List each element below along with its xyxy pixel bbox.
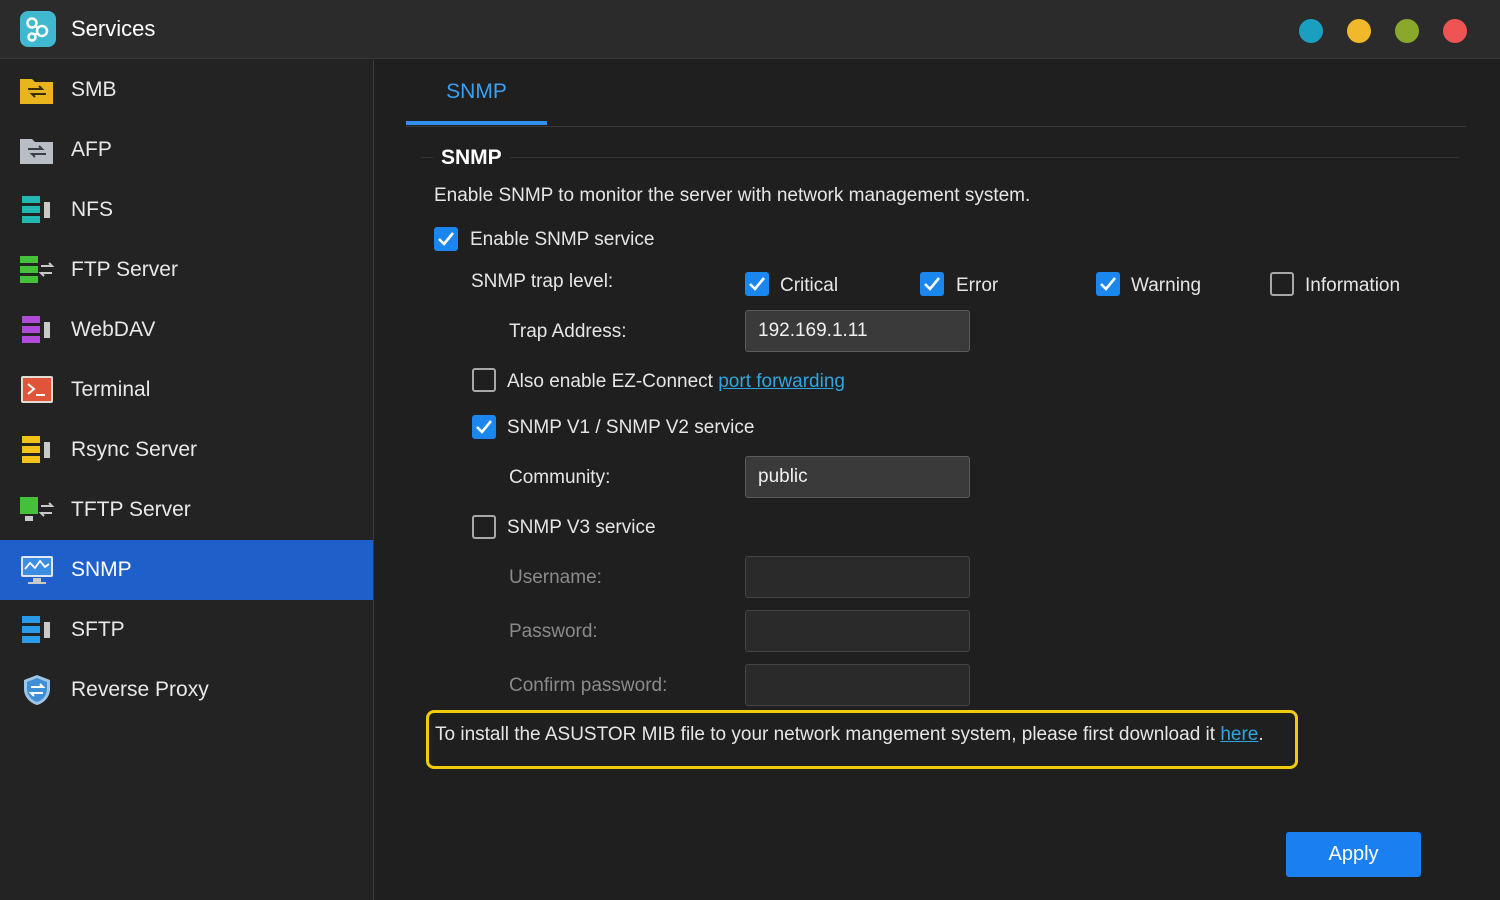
nfs-server-icon	[22, 196, 50, 223]
tab-snmp[interactable]: SNMP	[406, 60, 547, 125]
sidebar-item-label: SNMP	[71, 558, 132, 581]
mib-notice-text: To install the ASUSTOR MIB file to your …	[435, 724, 1264, 746]
sidebar-item-smb[interactable]: SMB	[0, 60, 373, 120]
ezconnect-checkbox[interactable]	[472, 368, 496, 392]
trap-error-label: Error	[956, 275, 999, 296]
terminal-icon	[21, 376, 53, 403]
shield-icon	[24, 675, 50, 705]
sidebar-item-sftp[interactable]: SFTP	[0, 600, 373, 660]
confirm-password-input[interactable]	[745, 664, 970, 706]
snmp-v1v2-checkbox[interactable]	[472, 415, 496, 439]
sidebar-item-ftp-server[interactable]: FTP Server	[0, 240, 373, 300]
enable-snmp-label: Enable SNMP service	[470, 229, 655, 250]
services-app-icon	[20, 11, 56, 47]
window-maximize-button[interactable]	[1395, 19, 1419, 43]
community-input[interactable]	[745, 456, 970, 498]
main-panel: SNMP SNMP Enable SNMP to monitor the ser…	[375, 60, 1500, 900]
window-teal-button[interactable]	[1299, 19, 1323, 43]
trap-information-label: Information	[1305, 275, 1401, 296]
password-input[interactable]	[745, 610, 970, 652]
sidebar-item-rsync-server[interactable]: Rsync Server	[0, 420, 373, 480]
tab-label: SNMP	[446, 80, 507, 103]
mib-download-notice: To install the ASUSTOR MIB file to your …	[426, 710, 1298, 769]
sidebar-item-label: SFTP	[71, 618, 125, 641]
sidebar-item-label: AFP	[71, 138, 112, 161]
trap-error-checkbox[interactable]	[920, 272, 944, 296]
window-minimize-button[interactable]	[1347, 19, 1371, 43]
sidebar-item-label: TFTP Server	[71, 498, 191, 521]
sidebar-item-reverse-proxy[interactable]: Reverse Proxy	[0, 660, 373, 720]
snmp-monitor-icon	[21, 556, 53, 584]
sidebar-item-label: WebDAV	[71, 318, 156, 341]
trap-warning-label: Warning	[1131, 275, 1202, 296]
sidebar-item-nfs[interactable]: NFS	[0, 180, 373, 240]
sidebar-item-label: Rsync Server	[71, 438, 198, 461]
community-label: Community:	[509, 467, 611, 488]
confirm-password-label: Confirm password:	[509, 675, 668, 696]
webdav-server-icon	[22, 316, 50, 343]
sidebar-item-label: FTP Server	[71, 258, 178, 281]
sidebar-item-snmp[interactable]: SNMP	[0, 540, 373, 600]
apply-button[interactable]: Apply	[1286, 832, 1421, 877]
username-label: Username:	[509, 567, 602, 588]
sidebar: SMB AFP NFS FTP Server WebDAV Terminal R…	[0, 60, 374, 900]
trap-address-input[interactable]	[745, 310, 970, 352]
section-description: Enable SNMP to monitor the server with n…	[434, 185, 1031, 206]
tab-divider	[406, 126, 1466, 127]
afp-folder-icon	[20, 139, 53, 164]
trap-critical-checkbox[interactable]	[745, 272, 769, 296]
trap-warning-checkbox[interactable]	[1096, 272, 1120, 296]
sidebar-item-label: SMB	[71, 78, 117, 101]
username-input[interactable]	[745, 556, 970, 598]
mib-notice-message: To install the ASUSTOR MIB file to your …	[435, 724, 1216, 745]
section-title: SNMP	[433, 146, 510, 170]
mib-download-link[interactable]: here	[1220, 724, 1258, 745]
rsync-server-icon	[22, 436, 50, 463]
snmp-v1v2-label: SNMP V1 / SNMP V2 service	[507, 417, 755, 438]
ezconnect-label: Also enable EZ-Connect	[507, 371, 713, 392]
sftp-server-icon	[22, 616, 50, 643]
sidebar-item-label: NFS	[71, 198, 113, 221]
window-title: Services	[71, 16, 156, 41]
trap-critical-label: Critical	[780, 275, 839, 296]
password-label: Password:	[509, 621, 598, 642]
mib-notice-period: .	[1258, 724, 1264, 745]
sidebar-item-afp[interactable]: AFP	[0, 120, 373, 180]
trap-information-checkbox[interactable]	[1270, 272, 1294, 296]
smb-folder-icon	[20, 79, 53, 104]
trap-level-label: SNMP trap level:	[471, 271, 614, 292]
sidebar-item-tftp-server[interactable]: TFTP Server	[0, 480, 373, 540]
trap-address-label: Trap Address:	[509, 321, 627, 342]
snmp-v3-checkbox[interactable]	[472, 515, 496, 539]
ezconnect-label-row: Also enable EZ-Connect port forwarding	[507, 371, 845, 393]
enable-snmp-checkbox[interactable]	[434, 227, 458, 251]
title-bar: Services	[0, 0, 1500, 59]
snmp-v3-label: SNMP V3 service	[507, 517, 656, 538]
tab-active-indicator	[406, 121, 547, 125]
sidebar-item-webdav[interactable]: WebDAV	[0, 300, 373, 360]
tftp-server-icon	[20, 497, 55, 521]
sidebar-item-label: Reverse Proxy	[71, 678, 209, 701]
port-forwarding-link[interactable]: port forwarding	[718, 371, 845, 392]
sidebar-item-label: Terminal	[71, 378, 151, 401]
section-divider	[421, 157, 1459, 158]
window-close-button[interactable]	[1443, 19, 1467, 43]
ftp-server-icon	[20, 256, 55, 283]
sidebar-item-terminal[interactable]: Terminal	[0, 360, 373, 420]
